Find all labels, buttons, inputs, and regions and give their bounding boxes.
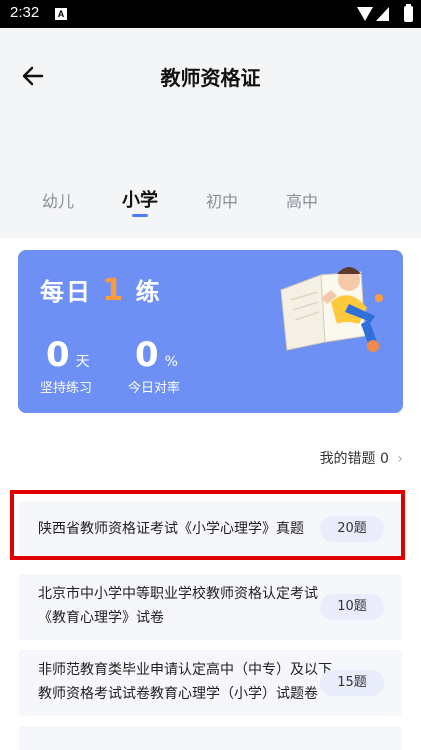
status-bar: 2:32 A — [0, 0, 421, 28]
wrong-questions-label: 我的错题 — [319, 451, 376, 467]
question-count-badge: 10题 — [320, 594, 384, 620]
wifi-icon — [357, 7, 373, 21]
tab-active-indicator — [132, 214, 148, 217]
battery-icon — [404, 4, 413, 22]
exam-item[interactable]: 非师范教育类毕业申请认定高中（中专）及以下教师资格考试试卷教育心理学（小学）试题… — [18, 650, 402, 716]
rate-stat: 0% — [135, 338, 178, 372]
daily-title-prefix: 每日 — [40, 278, 92, 306]
my-wrong-questions-link[interactable]: 我的错题 0 › — [320, 448, 403, 468]
daily-title-number: 1 — [102, 273, 126, 308]
question-count-badge: 15题 — [320, 670, 384, 696]
tab-primary-label: 小学 — [122, 190, 158, 211]
rate-value: 0 — [135, 335, 159, 375]
daily-practice-card[interactable]: 每日 1 练 0天 坚持练习 0% 今日对率 — [18, 250, 403, 413]
daily-practice-title: 每日 1 练 — [40, 272, 162, 308]
exam-item-title: 北京市中小学中等职业学校教师资格认定考试《教育心理学》试卷 — [38, 586, 318, 626]
days-label: 坚持练习 — [40, 381, 93, 396]
days-unit: 天 — [75, 354, 90, 370]
daily-title-suffix: 练 — [135, 278, 162, 306]
tab-bar: 幼儿 小学 初中 高中 — [0, 188, 421, 228]
cellular-signal-icon — [376, 7, 389, 21]
exam-item[interactable] — [18, 726, 402, 750]
header: 教师资格证 幼儿 小学 初中 高中 — [0, 28, 421, 238]
tab-senior-high[interactable]: 高中 — [272, 188, 332, 212]
chevron-right-icon: › — [397, 451, 403, 467]
rate-unit: % — [164, 354, 178, 370]
tab-junior-high[interactable]: 初中 — [192, 188, 252, 212]
tab-kindergarten[interactable]: 幼儿 — [28, 188, 88, 212]
rate-label: 今日对率 — [128, 381, 181, 396]
book-reading-illustration — [280, 267, 383, 352]
exam-item[interactable]: 北京市中小学中等职业学校教师资格认定考试《教育心理学》试卷 10题 — [18, 574, 402, 640]
content: 每日 1 练 0天 坚持练习 0% 今日对率 我的错题 0 › 陕西省教师资格证… — [0, 238, 421, 750]
days-stat: 0天 — [46, 338, 90, 372]
tab-primary[interactable]: 小学 — [110, 186, 170, 217]
wrong-questions-count: 0 — [380, 451, 389, 467]
status-time: 2:32 — [10, 4, 40, 21]
notification-icon: A — [55, 8, 67, 20]
exam-item[interactable]: 陕西省教师资格证考试《小学心理学》真题 20题 — [18, 501, 402, 557]
days-value: 0 — [46, 335, 70, 375]
question-count-badge: 20题 — [320, 516, 384, 542]
exam-item-title: 陕西省教师资格证考试《小学心理学》真题 — [38, 521, 304, 537]
page-title: 教师资格证 — [160, 66, 261, 90]
exam-item-title: 非师范教育类毕业申请认定高中（中专）及以下教师资格考试试卷教育心理学（小学）试题… — [38, 662, 332, 702]
